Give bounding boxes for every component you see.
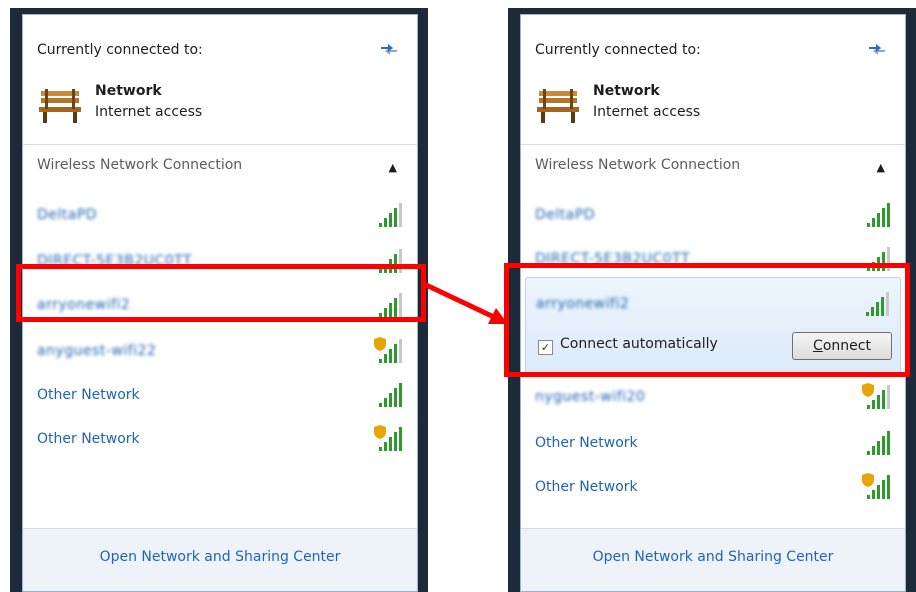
network-list-item[interactable]: Other Network (23, 375, 417, 419)
network-name: DeltaPD (37, 207, 98, 223)
network-list-item[interactable]: Other Network (23, 419, 417, 463)
signal-bar (379, 447, 382, 451)
connected-network-status: Internet access (593, 104, 701, 120)
signal-bar (877, 485, 880, 499)
signal-warning-icon (862, 473, 890, 499)
signal-bar (887, 431, 890, 455)
network-name: Other Network (37, 387, 140, 403)
network-name: DeltaPD (535, 207, 596, 223)
signal-bar (384, 218, 387, 227)
signal-bar (399, 203, 402, 227)
signal-strength-icon (867, 431, 890, 455)
flyout-footer: Open Network and Sharing Center (521, 528, 905, 591)
connected-network-name: Network (593, 83, 660, 99)
signal-warning-icon (862, 383, 890, 409)
connected-network-status: Internet access (95, 104, 203, 120)
signal-bar (379, 403, 382, 407)
network-name: Other Network (37, 431, 140, 447)
security-shield-icon (374, 425, 386, 439)
bench-icon (39, 89, 81, 123)
network-list-item[interactable]: anyguest-wifi22 (23, 331, 417, 375)
signal-bar (389, 213, 392, 227)
security-shield-icon (862, 383, 874, 397)
signal-bar (867, 223, 870, 227)
signal-bar (394, 344, 397, 363)
refresh-icon[interactable] (379, 40, 399, 56)
signal-bar (384, 442, 387, 451)
network-list-item[interactable]: nyguest-wifi20 (521, 377, 905, 421)
currently-connected-title: Currently connected to: (37, 42, 203, 58)
network-name: Other Network (535, 435, 638, 451)
signal-strength-icon (379, 383, 402, 407)
signal-bar (882, 390, 885, 409)
network-list-item[interactable]: DeltaPD (521, 195, 905, 239)
flyout-footer: Open Network and Sharing Center (23, 528, 417, 591)
wireless-section-title: Wireless Network Connection (535, 157, 741, 173)
network-name: anyguest-wifi22 (37, 343, 157, 359)
signal-bar (384, 398, 387, 407)
divider (23, 144, 417, 145)
signal-bar (877, 395, 880, 409)
signal-bar (379, 223, 382, 227)
network-list-item[interactable]: DeltaPD (23, 195, 417, 239)
divider (521, 144, 905, 145)
signal-bar (867, 451, 870, 455)
arrow-icon (422, 281, 508, 324)
signal-bar (394, 208, 397, 227)
signal-bar (882, 480, 885, 499)
signal-bar (379, 359, 382, 363)
security-shield-icon (374, 337, 386, 351)
signal-warning-icon (374, 337, 402, 363)
connected-network-name: Network (95, 83, 162, 99)
signal-warning-icon (374, 425, 402, 451)
refresh-icon[interactable] (867, 40, 887, 56)
open-network-sharing-center-link[interactable]: Open Network and Sharing Center (23, 549, 417, 565)
signal-bar (867, 495, 870, 499)
signal-bar (394, 432, 397, 451)
signal-bar (872, 400, 875, 409)
signal-bar (867, 405, 870, 409)
currently-connected-title: Currently connected to: (535, 42, 701, 58)
collapse-chevron-icon[interactable]: ▲ (877, 161, 885, 174)
signal-strength-icon (379, 203, 402, 227)
wireless-section-title: Wireless Network Connection (37, 157, 243, 173)
signal-bar (882, 208, 885, 227)
network-name: nyguest-wifi20 (535, 389, 646, 405)
signal-bar (882, 436, 885, 455)
open-network-sharing-center-link[interactable]: Open Network and Sharing Center (521, 549, 905, 565)
signal-bar (399, 427, 402, 451)
signal-bar (872, 490, 875, 499)
signal-bar (389, 437, 392, 451)
signal-bar (877, 441, 880, 455)
signal-bar (887, 475, 890, 499)
signal-bar (872, 446, 875, 455)
signal-bar (399, 383, 402, 407)
signal-strength-icon (867, 203, 890, 227)
signal-bar (389, 349, 392, 363)
network-name: Other Network (535, 479, 638, 495)
signal-bar (394, 388, 397, 407)
signal-bar (872, 218, 875, 227)
collapse-chevron-icon[interactable]: ▲ (389, 161, 397, 174)
network-list-item[interactable]: Other Network (521, 423, 905, 467)
bench-icon (537, 89, 579, 123)
signal-bar (384, 354, 387, 363)
highlight-box-after (504, 263, 910, 377)
highlight-box-before (16, 264, 426, 322)
signal-bar (887, 385, 890, 409)
network-list-item[interactable]: Other Network (521, 467, 905, 511)
signal-bar (399, 339, 402, 363)
signal-bar (887, 203, 890, 227)
signal-bar (877, 213, 880, 227)
security-shield-icon (862, 473, 874, 487)
signal-bar (389, 393, 392, 407)
